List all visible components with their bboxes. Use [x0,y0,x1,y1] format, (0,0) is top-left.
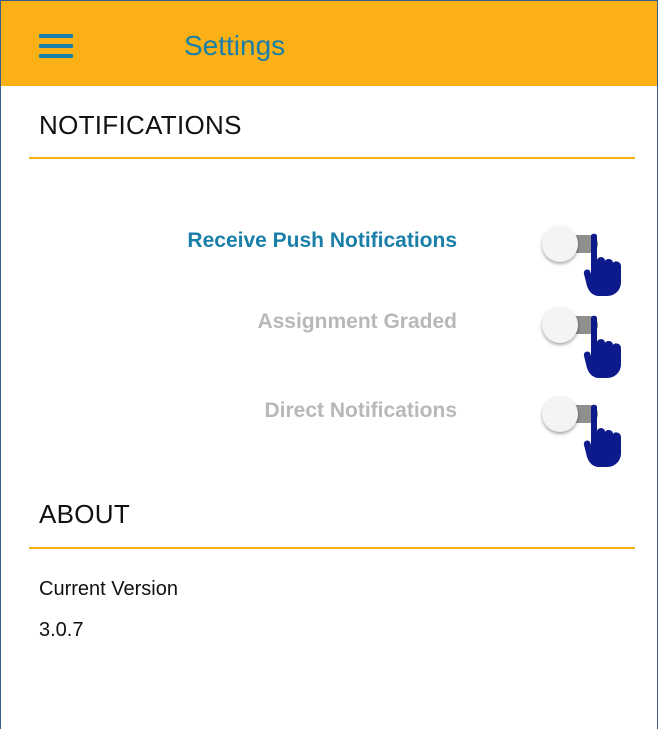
assignment-graded-toggle[interactable] [542,307,606,343]
receive-push-notifications-toggle[interactable] [542,226,606,262]
about-divider [29,547,635,549]
direct-notifications-label: Direct Notifications [264,399,457,422]
toggle-thumb [542,226,578,262]
about-heading: ABOUT [39,499,131,529]
current-version-value: 3.0.7 [39,619,84,641]
menu-bar [39,34,73,38]
menu-bar [39,54,73,58]
page-title: Settings [184,30,286,61]
direct-notifications-toggle[interactable] [542,396,606,432]
assignment-graded-label: Assignment Graded [257,310,457,333]
toggle-thumb [542,396,578,432]
toggle-thumb [542,307,578,343]
receive-push-notifications-label: Receive Push Notifications [187,229,457,252]
notifications-heading: NOTIFICATIONS [39,110,242,140]
menu-bar [39,44,73,48]
current-version-label: Current Version [39,578,178,600]
notifications-divider [29,157,635,159]
settings-screen: Settings NOTIFICATIONS Receive Push Noti… [0,0,658,729]
app-bar: Settings [1,0,657,86]
hamburger-menu-icon[interactable] [39,34,75,58]
